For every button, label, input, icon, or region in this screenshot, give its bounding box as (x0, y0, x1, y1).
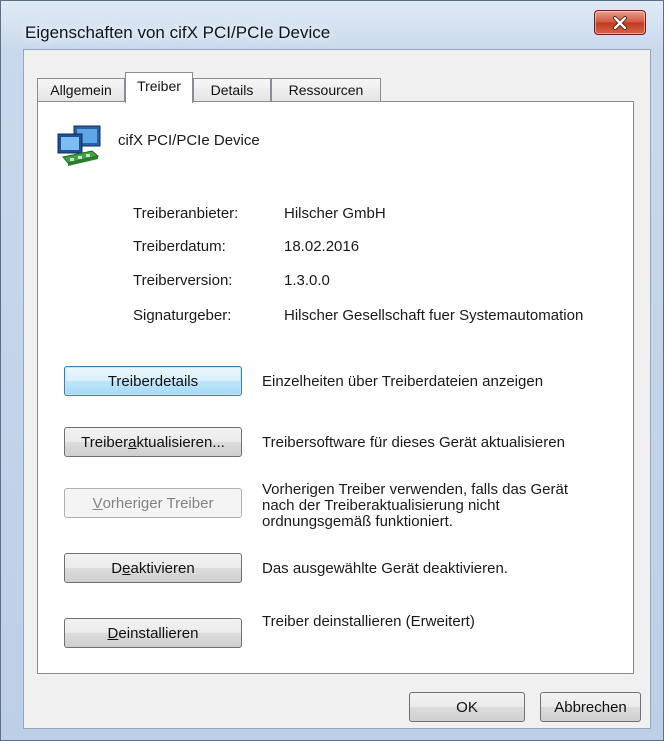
signer-value: Hilscher Gesellschaft fuer Systemautomat… (284, 307, 584, 324)
tab-details[interactable]: Details (193, 78, 271, 102)
update-driver-button[interactable]: Treiber a ktualisieren... (64, 427, 242, 457)
driver-details-button[interactable]: Treiberdetails (64, 366, 242, 396)
network-adapter-icon (54, 124, 104, 172)
rollback-driver-description: Vorherigen Treiber verwenden, falls das … (262, 481, 568, 530)
disable-device-description: Das ausgewählte Gerät deaktivieren. (262, 560, 508, 577)
device-name: cifX PCI/PCIe Device (118, 132, 260, 149)
properties-window: Eigenschaften von cifX PCI/PCIe Device A… (0, 0, 664, 741)
dialog-body: Allgemein Treiber Details Ressourcen cif… (23, 49, 651, 729)
title-bar[interactable]: Eigenschaften von cifX PCI/PCIe Device (1, 1, 664, 49)
uninstall-driver-description: Treiber deinstallieren (Erweitert) (262, 613, 475, 630)
provider-label: Treiberanbieter: (133, 205, 239, 222)
rollback-driver-button[interactable]: Vorheriger Treiber (64, 488, 242, 518)
date-value: 18.02.2016 (284, 238, 360, 255)
driver-tab-page: cifX PCI/PCIe Device Treiberanbieter: Hi… (37, 101, 634, 674)
tab-treiber[interactable]: Treiber (125, 72, 193, 103)
update-driver-description: Treibersoftware für dieses Gerät aktuali… (262, 434, 565, 451)
date-label: Treiberdatum: (133, 238, 226, 255)
signer-label: Signaturgeber: (133, 307, 232, 324)
cancel-button[interactable]: Abbrechen (540, 692, 641, 722)
uninstall-driver-button[interactable]: Deinstallieren (64, 618, 242, 648)
tab-allgemein[interactable]: Allgemein (37, 78, 125, 102)
provider-value: Hilscher GmbH (284, 205, 386, 222)
tab-ressourcen[interactable]: Ressourcen (271, 78, 381, 102)
ok-button[interactable]: OK (409, 692, 525, 722)
close-button[interactable] (594, 10, 646, 35)
window-title: Eigenschaften von cifX PCI/PCIe Device (25, 23, 331, 42)
version-label: Treiberversion: (133, 272, 233, 289)
disable-device-button[interactable]: De aktivieren (64, 553, 242, 583)
version-value: 1.3.0.0 (284, 272, 330, 289)
driver-details-description: Einzelheiten über Treiberdateien anzeige… (262, 373, 544, 390)
close-icon (613, 15, 627, 30)
